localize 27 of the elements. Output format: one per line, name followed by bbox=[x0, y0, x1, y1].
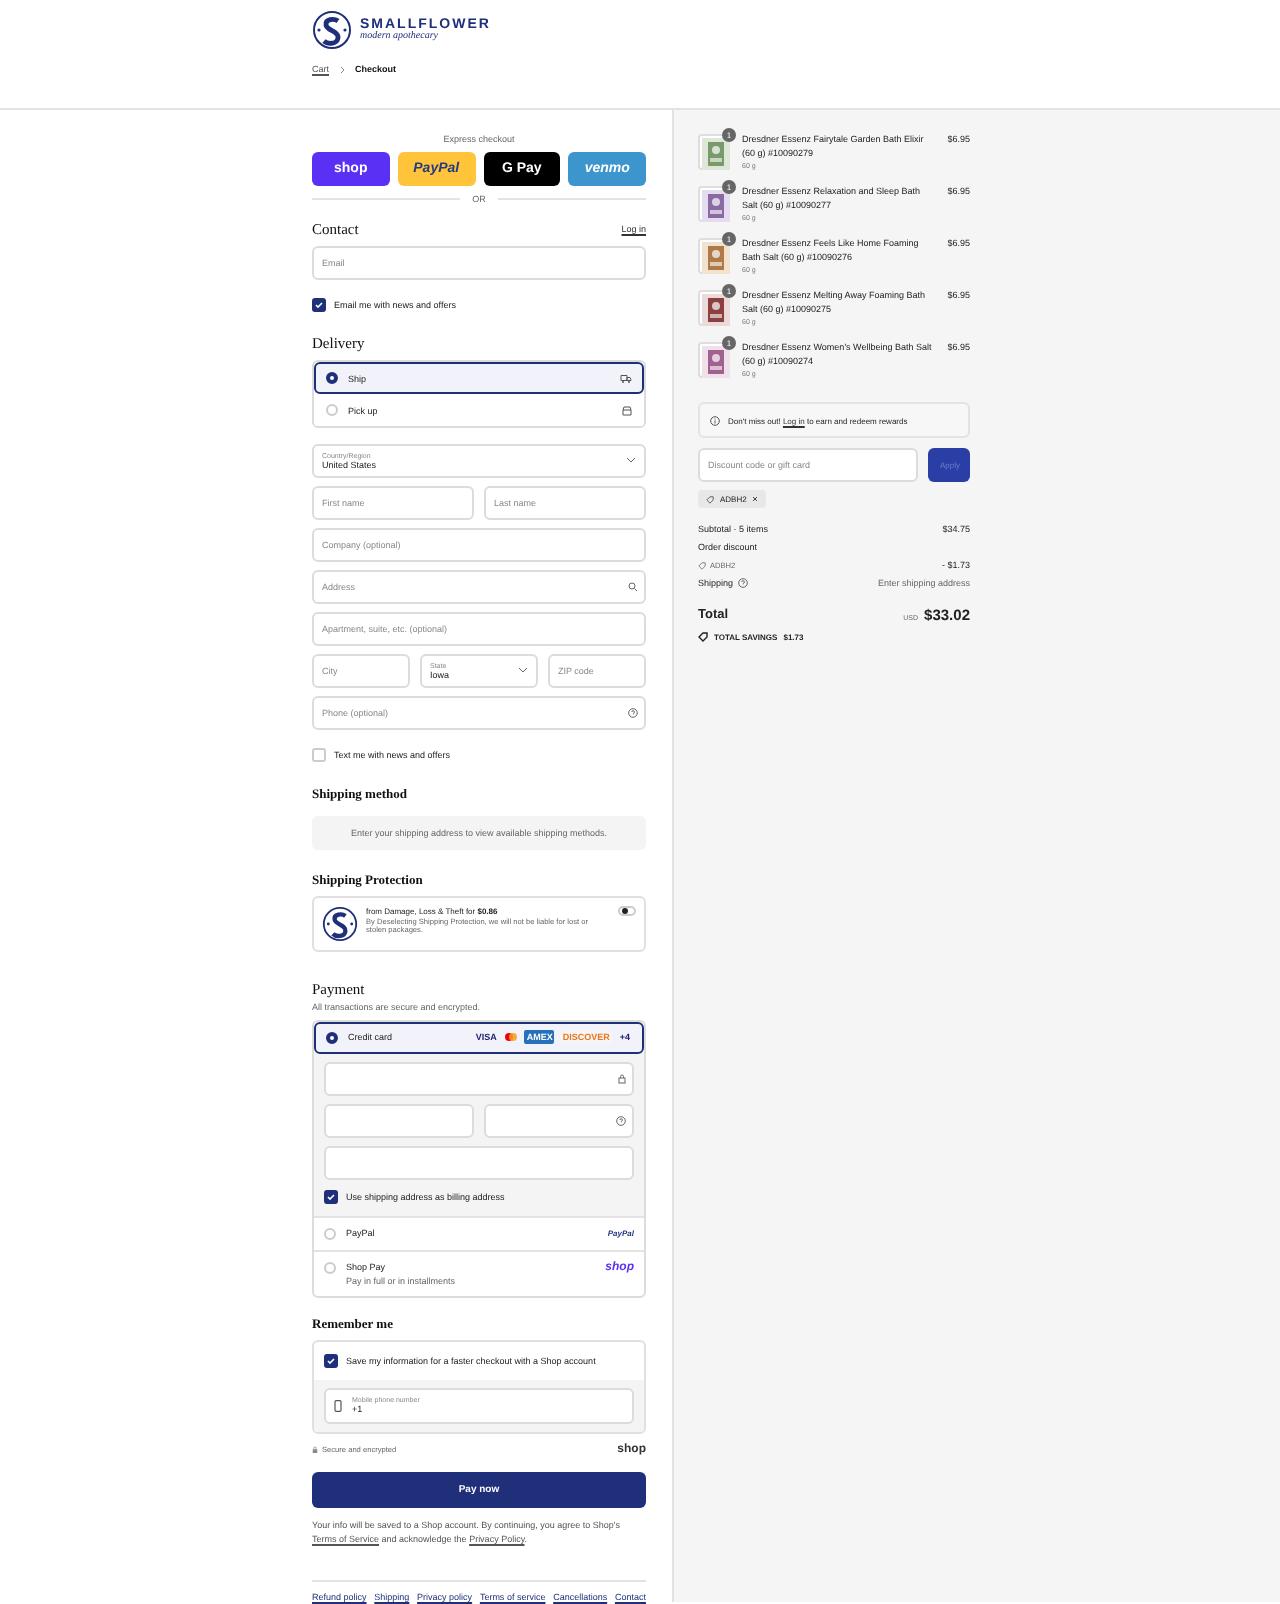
close-icon[interactable] bbox=[752, 496, 759, 502]
checkbox[interactable] bbox=[312, 298, 326, 312]
chevron-down-icon bbox=[518, 666, 528, 675]
checkbox[interactable] bbox=[324, 1189, 338, 1204]
input-field[interactable] bbox=[324, 1145, 634, 1180]
search-icon bbox=[628, 581, 638, 592]
info-icon bbox=[710, 415, 720, 425]
truck-icon bbox=[620, 373, 632, 383]
input-field[interactable] bbox=[324, 1103, 474, 1138]
checkbox[interactable] bbox=[324, 1353, 338, 1368]
help-icon bbox=[737, 578, 748, 588]
logo-icon bbox=[322, 905, 358, 942]
tag-icon bbox=[698, 561, 706, 569]
lock-icon bbox=[312, 1445, 318, 1454]
help-icon bbox=[628, 707, 638, 718]
card-brand-icon bbox=[504, 1032, 519, 1043]
input-field[interactable] bbox=[484, 1103, 634, 1138]
tag-icon bbox=[706, 495, 714, 503]
chevron-down-icon bbox=[626, 456, 636, 465]
input-field[interactable] bbox=[324, 1061, 634, 1096]
phone-icon bbox=[334, 1399, 342, 1412]
logo-icon bbox=[312, 10, 352, 50]
lock-icon bbox=[618, 1073, 626, 1084]
toggle-switch[interactable] bbox=[618, 905, 636, 916]
store-icon bbox=[622, 405, 632, 415]
help-icon bbox=[616, 1115, 626, 1126]
tag-icon bbox=[698, 632, 708, 642]
